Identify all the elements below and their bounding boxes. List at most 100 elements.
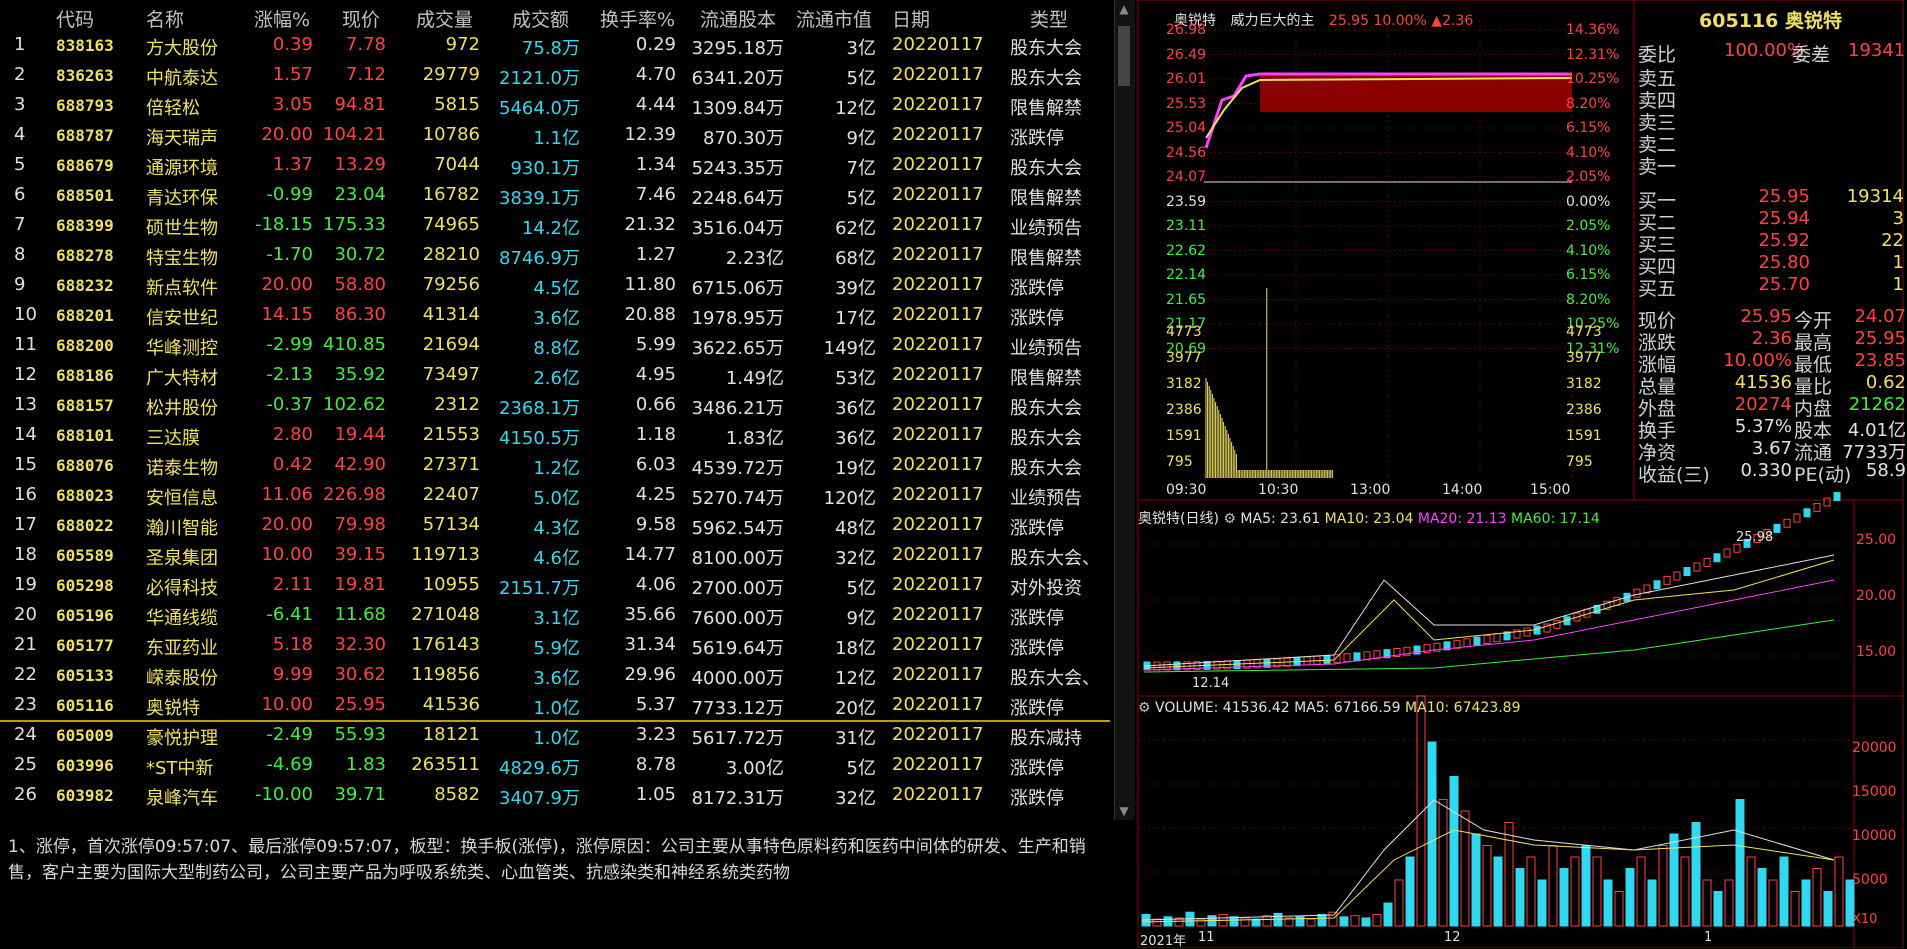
row-cap: 1.49亿 bbox=[725, 368, 784, 389]
row-price: 410.85 bbox=[323, 334, 386, 355]
row-date: 20220117 bbox=[892, 64, 984, 85]
table-row[interactable]: 15 688076 诺泰生物 0.42 42.90 27371 1.2亿 6.03 4539.7… bbox=[0, 450, 1110, 480]
row-turn: 7.46 bbox=[635, 184, 676, 205]
row-price: 19.44 bbox=[334, 424, 386, 445]
row-name: 必得科技 bbox=[146, 578, 218, 599]
row-code: 605116 bbox=[56, 696, 114, 715]
row-price: 32.30 bbox=[334, 634, 386, 655]
table-row[interactable]: 21 605177 东亚药业 5.18 32.30 176143 5.9亿 31.34 5619… bbox=[0, 630, 1110, 660]
volume-settings-icon[interactable]: ⚙ bbox=[1138, 700, 1151, 716]
row-type: 股东大会 bbox=[1010, 458, 1082, 479]
volume-bar bbox=[1317, 914, 1327, 927]
row-code: 688232 bbox=[56, 276, 114, 295]
table-row[interactable]: 10 688201 信安世纪 14.15 86.30 41314 3.6亿 20.88 1978… bbox=[0, 300, 1110, 330]
row-name: 豪悦护理 bbox=[146, 728, 218, 749]
row-turn: 4.25 bbox=[635, 484, 676, 505]
row-vol: 119713 bbox=[411, 544, 480, 565]
row-date: 20220117 bbox=[892, 184, 984, 205]
intraday-vol-tick: 3977 bbox=[1566, 350, 1602, 366]
table-row[interactable]: 11 688200 华峰测控 -2.99 410.85 21694 8.8亿 5.99 3622… bbox=[0, 330, 1110, 360]
row-code: 688399 bbox=[56, 216, 114, 235]
row-price: 39.71 bbox=[334, 784, 386, 805]
table-row[interactable]: 3 688793 倍轻松 3.05 94.81 5815 5464.0万 4.44 1309.8… bbox=[0, 90, 1110, 120]
table-row[interactable]: 16 688023 安恒信息 11.06 226.98 22407 5.0亿 4.25 5270… bbox=[0, 480, 1110, 510]
table-row[interactable]: 12 688186 广大特材 -2.13 35.92 73497 2.6亿 4.95 1.49亿… bbox=[0, 360, 1110, 390]
row-cap: 1309.84万 bbox=[691, 98, 784, 119]
col-amt[interactable]: 成交额 bbox=[512, 5, 569, 32]
table-row[interactable]: 20 605196 华通线缆 -6.41 11.68 271048 3.1亿 35.66 760… bbox=[0, 600, 1110, 630]
table-row[interactable]: 17 688022 瀚川智能 20.00 79.98 57134 4.3亿 9.58 5962.… bbox=[0, 510, 1110, 540]
table-row[interactable]: 9 688232 新点软件 20.00 58.80 79256 4.5亿 11.80 6715.… bbox=[0, 270, 1110, 300]
row-turn: 31.34 bbox=[624, 634, 676, 655]
scroll-up-icon[interactable]: ▲ bbox=[1117, 2, 1131, 16]
row-cap: 2248.64万 bbox=[691, 188, 784, 209]
row-price: 11.68 bbox=[334, 604, 386, 625]
intraday-price-tick: 26.98 bbox=[1166, 22, 1207, 38]
col-code[interactable]: 代码 bbox=[56, 5, 94, 32]
row-date: 20220117 bbox=[892, 484, 984, 505]
settings-icon[interactable]: ⚙ bbox=[1223, 511, 1236, 527]
table-row[interactable]: 25 603996 *ST中新 -4.69 1.83 263511 4829.6万 8.78 3… bbox=[0, 750, 1110, 780]
row-code: 688076 bbox=[56, 456, 114, 475]
daily-candle bbox=[1473, 636, 1481, 646]
table-row[interactable]: 1 838163 方大股份 0.39 7.78 972 75.8万 0.29 3295.18万 3… bbox=[0, 30, 1110, 60]
table-row[interactable]: 13 688157 松井股份 -0.37 102.62 2312 2368.1万 0.66 34… bbox=[0, 390, 1110, 420]
row-mv: 20亿 bbox=[835, 698, 876, 719]
intraday-pct-tick: 6.15% bbox=[1566, 120, 1611, 136]
volume-bar bbox=[1350, 915, 1360, 927]
col-cap[interactable]: 流通股本 bbox=[700, 5, 776, 32]
row-cap: 5619.64万 bbox=[691, 638, 784, 659]
table-row[interactable]: 6 688501 青达环保 -0.99 23.04 16782 3839.1万 7.46 224… bbox=[0, 180, 1110, 210]
col-mv[interactable]: 流通市值 bbox=[796, 5, 872, 32]
table-row[interactable]: 14 688101 三达膜 2.80 19.44 21553 4150.5万 1.18 1.83… bbox=[0, 420, 1110, 450]
row-code: 605133 bbox=[56, 666, 114, 685]
col-vol[interactable]: 成交量 bbox=[416, 5, 473, 32]
table-row[interactable]: 8 688278 特宝生物 -1.70 30.72 28210 8746.9万 1.27 2.2… bbox=[0, 240, 1110, 270]
row-turn: 20.88 bbox=[624, 304, 676, 325]
volume-bar bbox=[1482, 845, 1492, 927]
table-row[interactable]: 19 605298 必得科技 2.11 19.81 10955 2151.7万 4.06 270… bbox=[0, 570, 1110, 600]
row-code: 688679 bbox=[56, 156, 114, 175]
col-price[interactable]: 现价 bbox=[342, 5, 380, 32]
row-type: 对外投资 bbox=[1010, 578, 1082, 599]
sell-level-label: 卖一 bbox=[1638, 156, 1677, 178]
scroll-thumb[interactable] bbox=[1118, 26, 1130, 86]
row-amt: 3.6亿 bbox=[533, 308, 580, 329]
row-amt: 4.6亿 bbox=[533, 548, 580, 569]
row-vol: 18121 bbox=[422, 724, 480, 745]
col-type[interactable]: 类型 bbox=[1030, 5, 1068, 32]
row-vol: 10955 bbox=[422, 574, 480, 595]
table-row[interactable]: 26 603982 泉峰汽车 -10.00 39.71 8582 3407.9万 1.05 81… bbox=[0, 780, 1110, 810]
row-name: 中航泰达 bbox=[146, 68, 218, 89]
stat-value: 23.85 bbox=[1854, 350, 1906, 371]
table-row[interactable]: 4 688787 海天瑞声 20.00 104.21 10786 1.1亿 12.39 870.… bbox=[0, 120, 1110, 150]
row-cap: 1978.95万 bbox=[691, 308, 784, 329]
row-turn: 21.32 bbox=[624, 214, 676, 235]
row-number: 7 bbox=[14, 214, 26, 235]
table-row[interactable]: 18 605589 圣泉集团 10.00 39.15 119713 4.6亿 14.77 810… bbox=[0, 540, 1110, 570]
scroll-down-icon[interactable]: ▼ bbox=[1117, 804, 1131, 818]
col-pct[interactable]: 涨幅% bbox=[254, 5, 310, 32]
col-name[interactable]: 名称 bbox=[146, 5, 184, 32]
intraday-vol-tick: 2386 bbox=[1566, 402, 1602, 418]
daily-candle bbox=[1323, 654, 1331, 664]
intraday-vol-tick: 3182 bbox=[1566, 376, 1602, 392]
intraday-vol-tick: 3977 bbox=[1166, 350, 1202, 366]
row-mv: 5亿 bbox=[846, 188, 876, 209]
row-number: 22 bbox=[14, 664, 37, 685]
row-turn: 1.27 bbox=[635, 244, 676, 265]
table-row[interactable]: 5 688679 通源环境 1.37 13.29 7044 930.1万 1.34 5243.3… bbox=[0, 150, 1110, 180]
col-turn[interactable]: 换手率% bbox=[600, 5, 675, 32]
list-scrollbar[interactable]: ▲ ▼ bbox=[1114, 0, 1135, 820]
table-row[interactable]: 22 605133 嵘泰股份 9.99 30.62 119856 3.6亿 29.96 4000… bbox=[0, 660, 1110, 690]
table-row[interactable]: 24 605009 豪悦护理 -2.49 55.93 18121 1.0亿 3.23 5617.… bbox=[0, 720, 1110, 750]
col-date[interactable]: 日期 bbox=[892, 5, 930, 32]
row-price: 23.04 bbox=[334, 184, 386, 205]
row-amt: 5464.0万 bbox=[499, 98, 580, 119]
table-row[interactable]: 23 605116 奥锐特 10.00 25.95 41536 1.0亿 5.37 7733.1… bbox=[0, 690, 1110, 722]
daily-high-label: 25.98 bbox=[1736, 530, 1774, 545]
row-turn: 0.66 bbox=[635, 394, 676, 415]
table-row[interactable]: 2 836263 中航泰达 1.57 7.12 29779 2121.0万 4.70 6341.… bbox=[0, 60, 1110, 90]
volume-tick: 20000 bbox=[1852, 740, 1897, 756]
table-row[interactable]: 7 688399 硕世生物 -18.15 175.33 74965 14.2亿 21.32 35… bbox=[0, 210, 1110, 240]
